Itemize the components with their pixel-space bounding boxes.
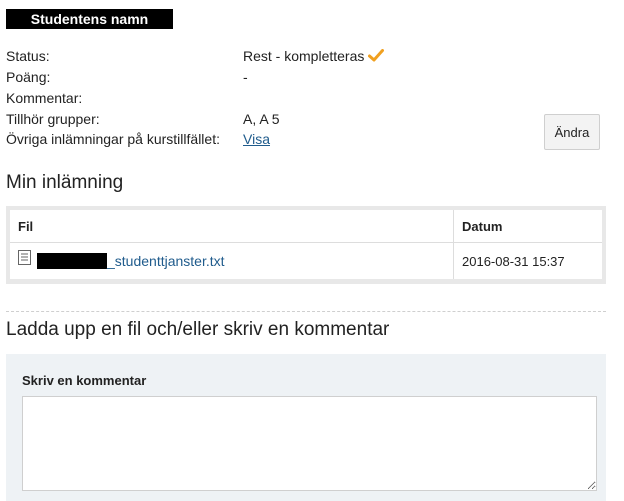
change-button[interactable]: Ändra <box>544 114 600 150</box>
status-label: Status: <box>6 48 50 64</box>
section-divider <box>6 311 606 312</box>
table-row: _studenttjanster.txt 2016-08-31 15:37 <box>10 242 602 280</box>
status-value: Rest - kompletteras <box>243 48 385 65</box>
other-submissions-label: Övriga inlämningar på kurstillfället: <box>6 131 220 147</box>
points-value: - <box>243 69 248 85</box>
groups-label: Tillhör grupper: <box>6 111 100 127</box>
comment-panel: Skriv en kommentar <box>6 354 606 501</box>
comment-info-label: Kommentar: <box>6 90 83 106</box>
document-icon <box>18 249 31 265</box>
groups-value: A, A 5 <box>243 111 280 127</box>
student-name-header: Studentens namn <box>6 9 173 29</box>
points-label: Poäng: <box>6 69 51 85</box>
comment-textarea[interactable] <box>22 396 597 491</box>
redacted-filename-prefix <box>37 253 107 269</box>
other-submissions-value: Visa <box>243 131 270 147</box>
status-text: Rest - kompletteras <box>243 48 365 64</box>
file-cell: _studenttjanster.txt <box>10 243 454 280</box>
upload-title: Ladda upp en fil och/eller skriv en komm… <box>6 319 390 340</box>
table-header-row: Fil Datum <box>10 210 602 243</box>
submission-title: Min inlämning <box>6 172 124 193</box>
file-date: 2016-08-31 15:37 <box>453 242 602 279</box>
submission-table-container: Fil Datum _studenttjanster.txt 2016-08-3… <box>6 206 606 284</box>
column-header-date: Datum <box>453 210 602 243</box>
page: Studentens namn Status: Rest - komplette… <box>0 0 624 501</box>
check-icon <box>368 49 385 65</box>
comment-field-label: Skriv en kommentar <box>22 373 147 388</box>
file-link[interactable]: _studenttjanster.txt <box>107 253 225 269</box>
column-header-file: Fil <box>10 210 454 243</box>
show-other-submissions-link[interactable]: Visa <box>243 131 270 147</box>
submission-table: Fil Datum _studenttjanster.txt 2016-08-3… <box>10 210 602 279</box>
